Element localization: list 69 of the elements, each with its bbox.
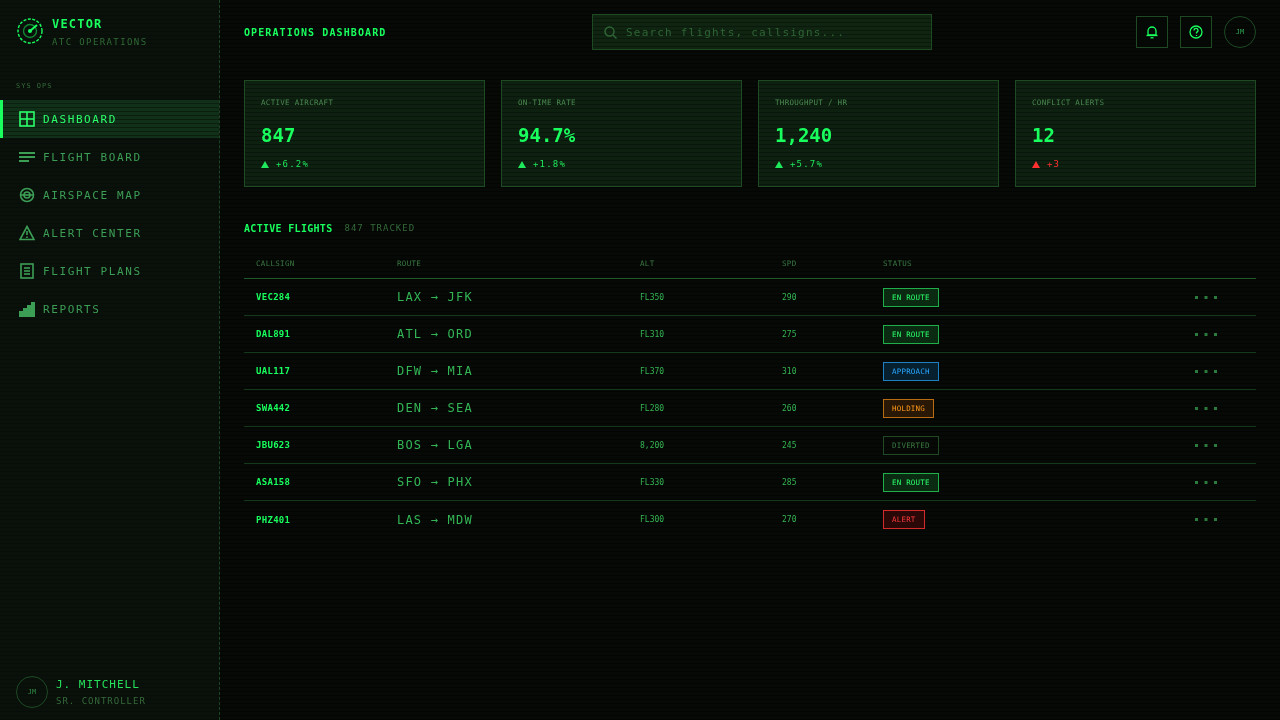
speed-cell-text: 275 bbox=[782, 329, 798, 339]
dots-icon bbox=[1195, 295, 1217, 299]
speed-cell-text: 285 bbox=[782, 477, 798, 487]
dots-icon bbox=[1195, 443, 1217, 447]
nav-item[interactable]: AIRSPACE MAP bbox=[0, 176, 219, 214]
page-title: OPERATIONS DASHBOARD bbox=[244, 26, 387, 38]
altitude-cell-text: FL280 bbox=[640, 403, 666, 413]
route-cell-text: BOS → LGA bbox=[397, 438, 474, 452]
callsign-cell-text: ASA158 bbox=[256, 477, 292, 487]
search-icon bbox=[604, 26, 617, 39]
bell-icon bbox=[1145, 25, 1159, 39]
callsign-cell-text: JBU623 bbox=[256, 440, 292, 450]
speed-cell-text: 310 bbox=[782, 366, 798, 376]
route-cell-text: SFO → PHX bbox=[397, 475, 474, 489]
route-cell-text: DFW → MIA bbox=[397, 364, 474, 378]
kpi-value: 94.7% bbox=[518, 124, 576, 146]
route-cell-text: LAS → MDW bbox=[397, 512, 474, 527]
brand-subtitle: ATC OPERATIONS bbox=[52, 37, 148, 47]
bar-chart-icon bbox=[19, 301, 35, 317]
callsign-cell-text: DAL891 bbox=[256, 329, 292, 339]
callsign-cell-text: UAL117 bbox=[256, 366, 292, 376]
help-button[interactable] bbox=[1180, 16, 1212, 48]
nav-item[interactable]: FLIGHT BOARD bbox=[0, 138, 219, 176]
dots-icon bbox=[1195, 369, 1217, 373]
callsign-cell-text: VEC284 bbox=[256, 292, 292, 302]
speed-cell-text: 270 bbox=[782, 515, 798, 524]
route-cell-text: DEN → SEA bbox=[397, 401, 474, 415]
speed-cell-text: 290 bbox=[782, 292, 798, 302]
altitude-cell-text: 8,200 bbox=[640, 440, 666, 450]
speed-cell-text: 260 bbox=[782, 403, 798, 413]
target-icon bbox=[19, 187, 35, 203]
kpi-value: 12 bbox=[1032, 124, 1055, 146]
dots-icon bbox=[1195, 332, 1217, 336]
speed-cell-text: 245 bbox=[782, 440, 798, 450]
user-role: SR. CONTROLLER bbox=[56, 695, 146, 706]
altitude-cell-text: FL310 bbox=[640, 329, 666, 339]
altitude-cell-text: FL300 bbox=[640, 515, 666, 524]
radar-logo-icon bbox=[17, 18, 43, 44]
search-field[interactable]: Search flights, callsigns... bbox=[592, 14, 932, 50]
help-icon bbox=[1189, 25, 1203, 39]
dots-icon bbox=[1195, 406, 1217, 410]
user-name: J. MITCHELL bbox=[56, 678, 141, 691]
altitude-cell-text: FL330 bbox=[640, 477, 666, 487]
kpi-delta: +1.8% bbox=[533, 159, 567, 169]
nav-item[interactable]: REPORTS bbox=[0, 290, 219, 328]
callsign-cell-text: PHZ401 bbox=[256, 514, 292, 525]
brand-name: VECTOR bbox=[52, 18, 104, 30]
dots-icon bbox=[1195, 480, 1217, 484]
kpi-delta: +6.2% bbox=[276, 159, 310, 169]
kpi-delta: +3 bbox=[1047, 159, 1061, 169]
section-title: ACTIVE FLIGHTS bbox=[244, 222, 333, 234]
tracked-count: 847 TRACKED bbox=[344, 223, 416, 233]
nav-item[interactable]: FLIGHT PLANS bbox=[0, 252, 219, 290]
lines-icon bbox=[19, 149, 35, 165]
grid-icon bbox=[19, 111, 35, 127]
dots-icon bbox=[1195, 518, 1217, 521]
document-icon bbox=[19, 263, 35, 279]
kpi-delta: +5.7% bbox=[790, 159, 824, 169]
route-cell-text: LAX → JFK bbox=[397, 290, 474, 304]
notifications-button[interactable] bbox=[1136, 16, 1168, 48]
altitude-cell-text: FL370 bbox=[640, 366, 666, 376]
warning-icon bbox=[19, 225, 35, 241]
kpi-value: 847 bbox=[261, 124, 296, 146]
route-cell-text: ATL → ORD bbox=[397, 327, 474, 341]
callsign-cell-text: SWA442 bbox=[256, 403, 292, 413]
kpi-value: 1,240 bbox=[775, 124, 833, 146]
altitude-cell-text: FL350 bbox=[640, 292, 666, 302]
nav-item[interactable]: DASHBOARD bbox=[0, 100, 219, 138]
nav-item[interactable]: ALERT CENTER bbox=[0, 214, 219, 252]
